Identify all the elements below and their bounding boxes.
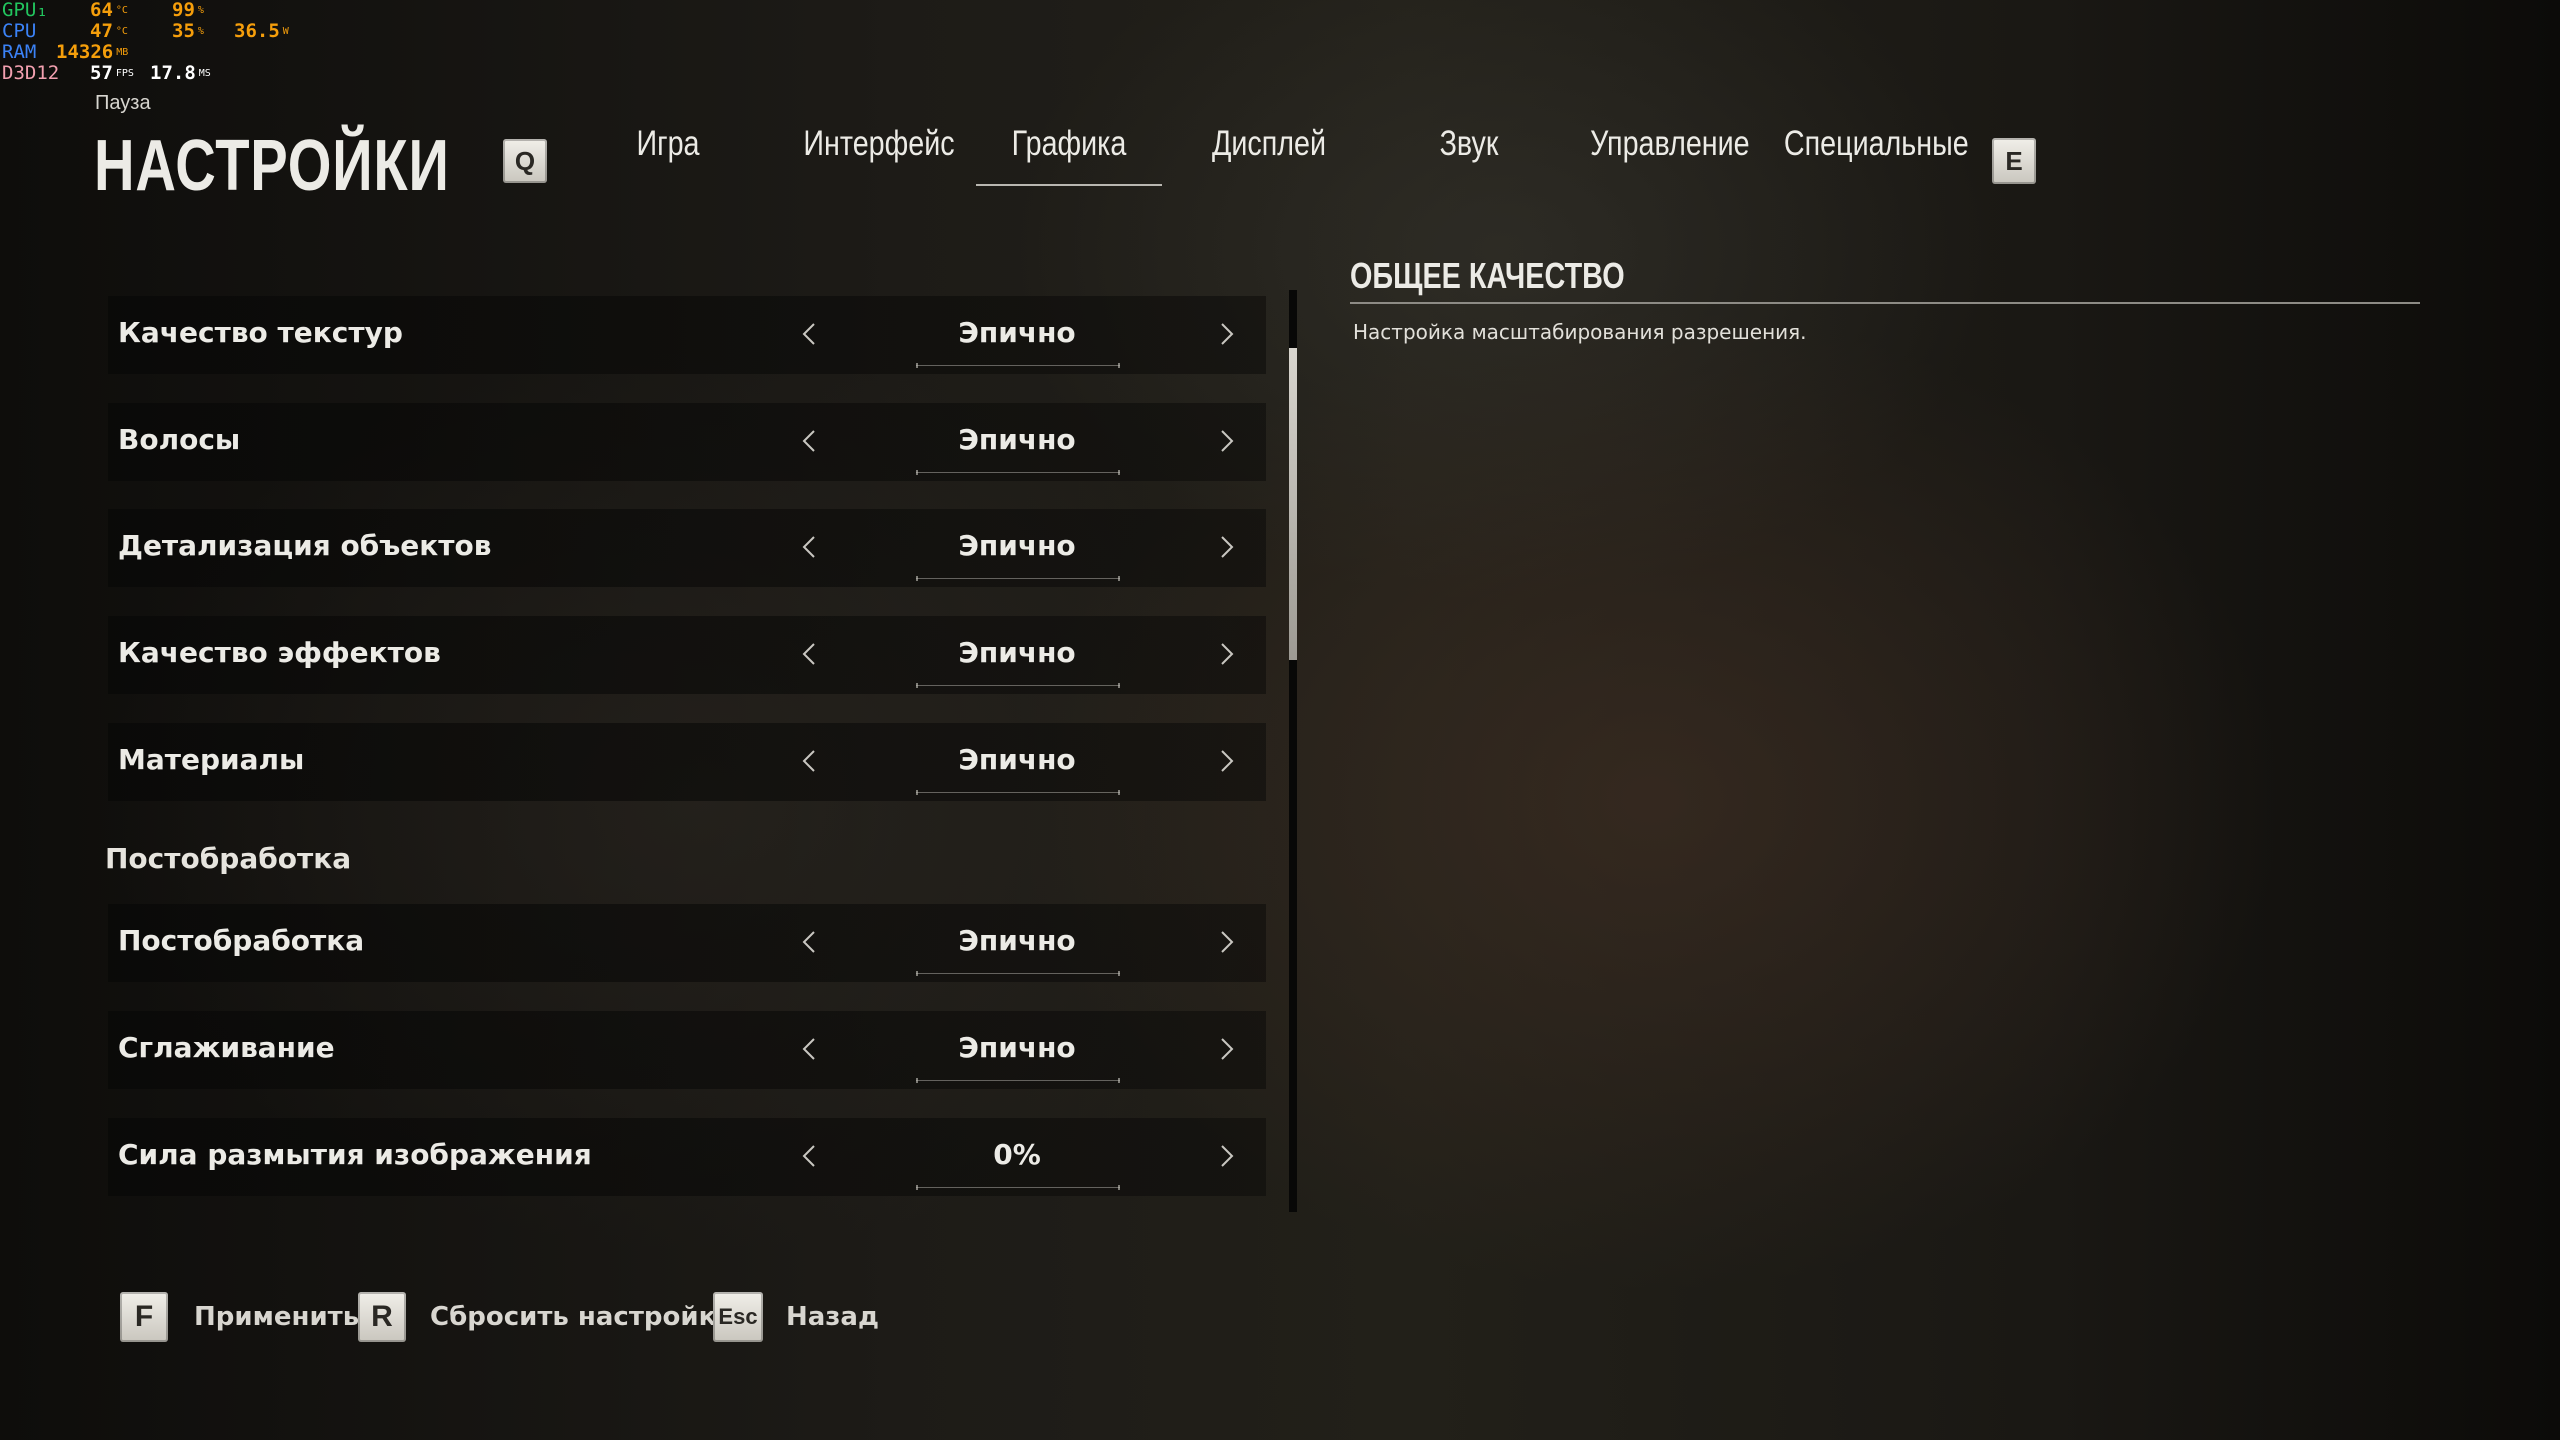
chevron-left-icon[interactable] [792,918,828,966]
value-underline [916,683,1120,688]
setting-materials[interactable]: Материалы Эпично [108,723,1266,801]
tab-sound[interactable]: Звук [1420,124,1518,164]
tab-graphics[interactable]: Графика [995,124,1143,164]
scrollbar-thumb[interactable] [1289,348,1297,660]
tab-controls[interactable]: Управление [1590,124,1750,164]
chevron-left-icon[interactable] [792,1025,828,1073]
osd-label: RAM [2,41,37,63]
chevron-right-icon[interactable] [1208,1132,1244,1180]
osd-d3d-row: D3D12 57 FPS 17.8 MS [2,63,322,84]
chevron-right-icon[interactable] [1208,737,1244,785]
setting-effects-quality[interactable]: Качество эффектов Эпично [108,616,1266,694]
setting-label: Материалы [118,743,305,776]
back-key[interactable]: Esc [713,1292,763,1342]
tab-accessibility[interactable]: Специальные [1784,124,1969,164]
setting-label: Сила размытия изображения [118,1138,592,1171]
setting-value: Эпично [958,924,1076,957]
osd-gpu-row: GPU₁ 64 °C 99% [2,0,322,21]
setting-value: 0% [993,1138,1041,1171]
osd-cpu-row: CPU 47 °C 35% 36.5 W [2,21,322,42]
osd-value: 47 °C [90,20,128,42]
setting-value: Эпично [958,743,1076,776]
osd-value: 14326 MB [56,41,129,63]
value-underline [916,1078,1120,1083]
osd-value: 35% [172,20,204,42]
reset-key[interactable]: R [358,1292,406,1342]
setting-object-detail[interactable]: Детализация объектов Эпично [108,509,1266,587]
prev-tab-key[interactable]: Q [503,139,547,183]
osd-value: 64 °C [90,0,128,21]
chevron-right-icon[interactable] [1208,918,1244,966]
setting-hair[interactable]: Волосы Эпично [108,403,1266,481]
chevron-left-icon[interactable] [792,417,828,465]
description-divider [1350,302,2420,304]
setting-texture-quality[interactable]: Качество текстур Эпично [108,296,1266,374]
osd-value: 99% [172,0,204,21]
chevron-right-icon[interactable] [1208,523,1244,571]
osd-label: D3D12 [2,62,60,84]
chevron-right-icon[interactable] [1208,1025,1244,1073]
osd-value: 36.5 W [234,20,289,42]
chevron-right-icon[interactable] [1208,630,1244,678]
section-header-postprocessing: Постобработка [105,842,352,875]
value-underline [916,971,1120,976]
page-title: НАСТРОЙКИ [94,126,450,206]
setting-value: Эпично [958,1031,1076,1064]
setting-label: Качество текстур [118,316,403,349]
performance-overlay: GPU₁ 64 °C 99% CPU 47 °C 35% 36.5 W RAM 143… [2,0,322,84]
osd-value: 17.8 MS [150,62,211,84]
setting-value: Эпично [958,316,1076,349]
osd-ram-row: RAM 14326 MB [2,42,322,63]
chevron-left-icon[interactable] [792,310,828,358]
tab-interface[interactable]: Интерфейс [803,124,954,164]
osd-value: 57 FPS [90,62,134,84]
value-underline [916,470,1120,475]
value-underline [916,1185,1120,1190]
breadcrumb: Пауза [95,92,151,114]
apply-button[interactable]: Применить [194,1302,359,1332]
next-tab-key[interactable]: E [1992,138,2036,184]
value-underline [916,363,1120,368]
setting-postprocessing[interactable]: Постобработка Эпично [108,904,1266,982]
chevron-right-icon[interactable] [1208,310,1244,358]
setting-antialiasing[interactable]: Сглаживание Эпично [108,1011,1266,1089]
value-underline [916,576,1120,581]
description-title: ОБЩЕЕ КАЧЕСТВО [1350,255,1625,296]
reset-button[interactable]: Сбросить настройки [430,1302,734,1332]
setting-value: Эпично [958,529,1076,562]
description-text: Настройка масштабирования разрешения. [1353,320,1807,344]
setting-label: Качество эффектов [118,636,441,669]
chevron-left-icon[interactable] [792,1132,828,1180]
setting-label: Волосы [118,423,241,456]
setting-value: Эпично [958,636,1076,669]
osd-label: GPU₁ [2,0,48,21]
tab-game[interactable]: Игра [619,124,717,164]
apply-key[interactable]: F [120,1292,168,1342]
setting-blur-strength[interactable]: Сила размытия изображения 0% [108,1118,1266,1196]
setting-label: Детализация объектов [118,529,492,562]
chevron-right-icon[interactable] [1208,417,1244,465]
osd-label: CPU [2,20,37,42]
setting-label: Сглаживание [118,1031,335,1064]
active-tab-indicator [976,184,1162,186]
value-underline [916,790,1120,795]
tab-display[interactable]: Дисплей [1203,124,1334,164]
back-button[interactable]: Назад [786,1302,879,1332]
chevron-left-icon[interactable] [792,737,828,785]
chevron-left-icon[interactable] [792,523,828,571]
setting-label: Постобработка [118,924,365,957]
setting-value: Эпично [958,423,1076,456]
chevron-left-icon[interactable] [792,630,828,678]
